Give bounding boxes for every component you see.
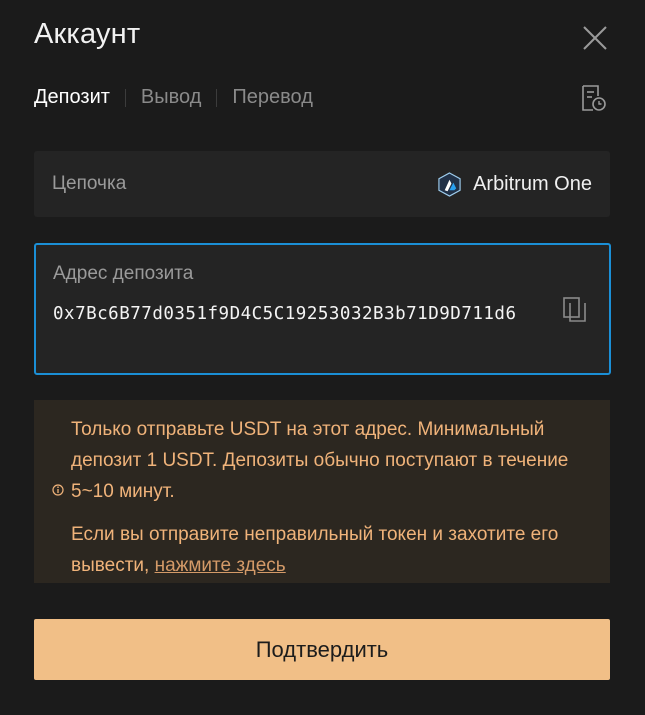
chain-value: Arbitrum One [437, 171, 592, 197]
chain-label: Цепочка [52, 173, 127, 194]
click-here-link[interactable]: нажмите здесь [155, 555, 286, 576]
tab-withdraw[interactable]: Вывод [141, 86, 201, 109]
tab-divider [216, 88, 218, 107]
deposit-address-value[interactable]: 0x7Bc6B77d0351f9D4C5C19253032B3b71D9D711… [53, 299, 553, 330]
notice-line-2-text: Если вы отправите неправильный токен и з… [71, 524, 559, 576]
deposit-address-label: Адрес депозита [53, 263, 194, 284]
confirm-button[interactable]: Подтвердить [34, 619, 610, 680]
deposit-address-box: Адрес депозита 0x7Bc6B77d0351f9D4C5C1925… [34, 243, 611, 375]
notice-line-1: Только отправьте USDT на этот адрес. Мин… [71, 419, 569, 502]
copy-icon[interactable] [562, 296, 588, 324]
notice-box: Только отправьте USDT на этот адрес. Мин… [34, 400, 610, 583]
chain-name: Arbitrum One [473, 172, 592, 195]
notice-line-2: Если вы отправите неправильный токен и з… [71, 519, 592, 581]
tab-bar: Депозит Вывод Перевод [34, 86, 313, 109]
tab-divider [124, 88, 126, 107]
close-icon[interactable] [580, 23, 610, 53]
page-title: Аккаунт [34, 18, 141, 50]
info-icon [52, 484, 64, 496]
arbitrum-logo-icon [438, 171, 461, 197]
history-icon[interactable] [578, 83, 608, 113]
tab-deposit[interactable]: Депозит [34, 86, 110, 109]
notice-text: Только отправьте USDT на этот адрес. Мин… [71, 414, 592, 581]
chain-selector[interactable]: Цепочка Arbitrum One [34, 151, 610, 217]
tab-transfer[interactable]: Перевод [232, 86, 313, 109]
